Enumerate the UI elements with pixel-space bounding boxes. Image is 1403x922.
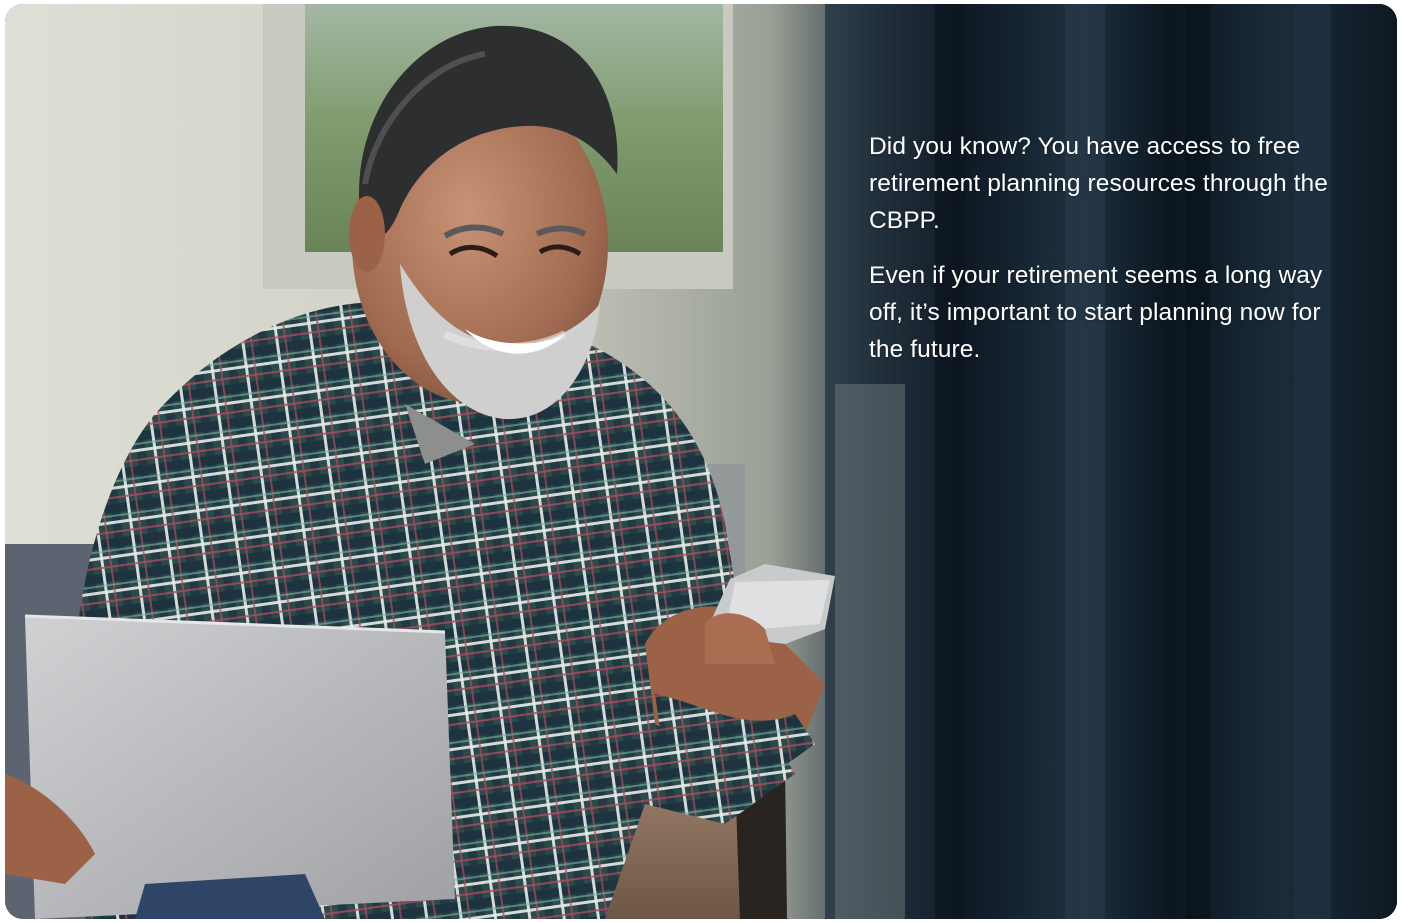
retirement-message: Did you know? You have access to free re… [869,128,1339,386]
hero-banner: Did you know? You have access to free re… [5,4,1397,919]
intro-paragraph: Did you know? You have access to free re… [869,133,1328,234]
planning-paragraph: Even if your retirement seems a long way… [869,262,1323,363]
